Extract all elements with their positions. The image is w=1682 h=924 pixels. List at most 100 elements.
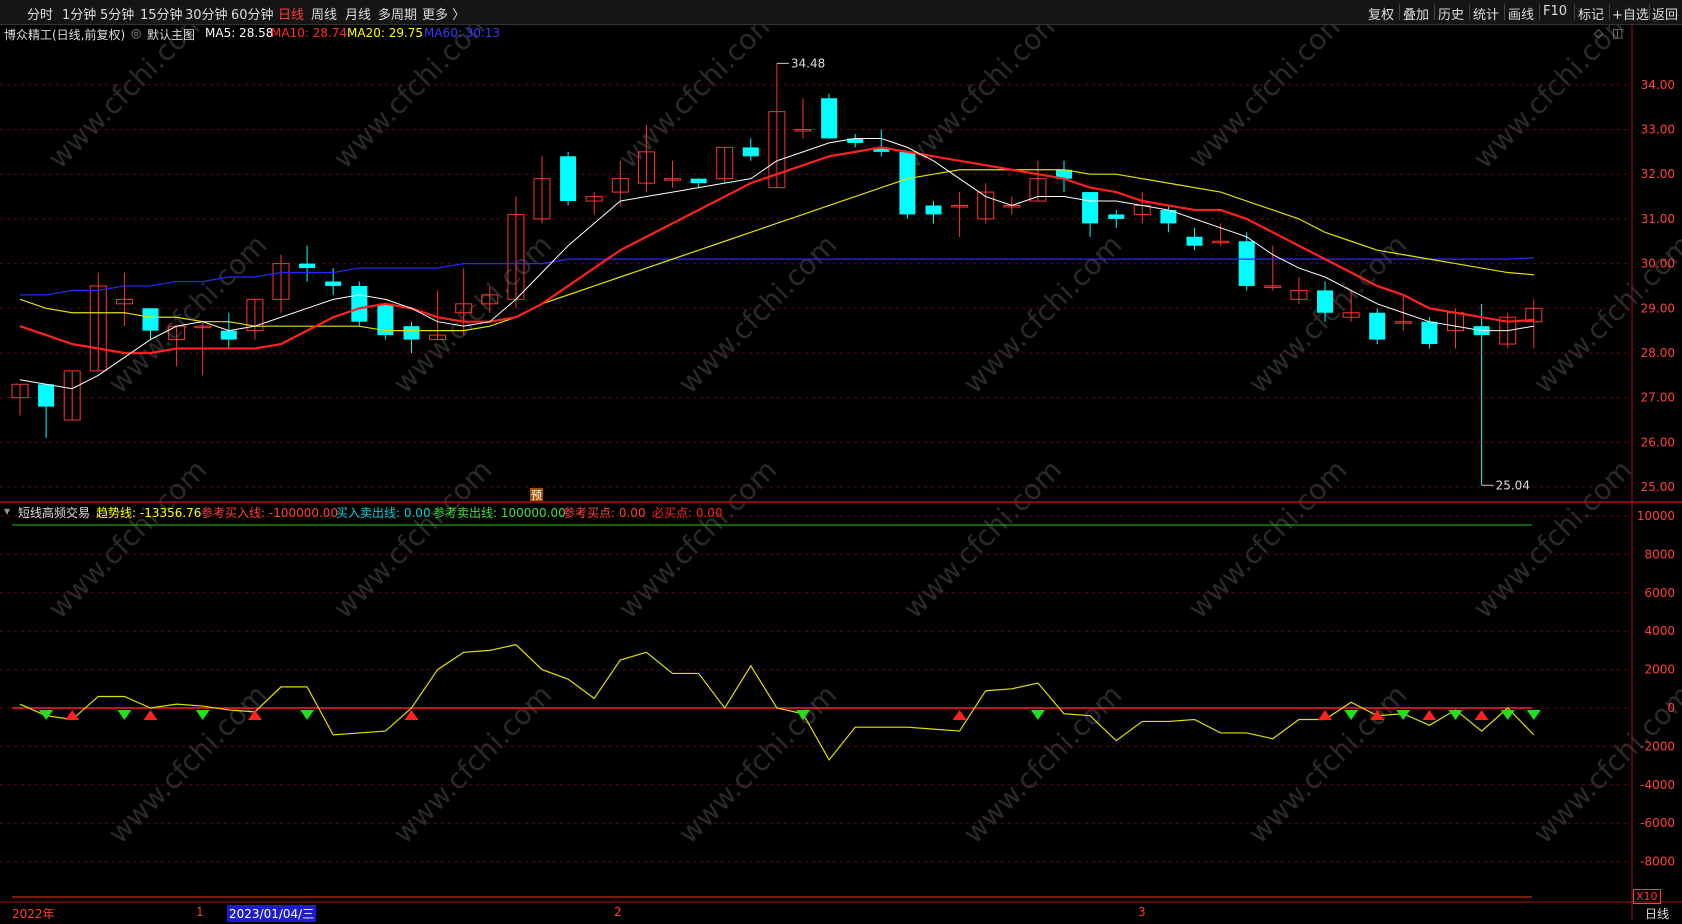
candle-body-down (142, 308, 159, 331)
sell-point-marker (117, 710, 132, 720)
sell-point-marker (39, 710, 54, 720)
buy-point-marker (952, 710, 967, 720)
mark-button[interactable]: 标记 (1578, 4, 1604, 23)
ma10-label: MA10: 28.74 (271, 26, 348, 40)
buy-point-marker (143, 710, 158, 720)
year-label: 2022年 (12, 907, 55, 921)
indicator-name[interactable]: 短线高频交易 (18, 504, 90, 521)
indicator-tick-label: -6000 (1640, 816, 1675, 830)
f10-button[interactable]: F10 (1543, 4, 1567, 19)
watermark-text: www.cfchi.com (1467, 453, 1639, 625)
period-tab[interactable]: 多周期 (378, 4, 417, 23)
watermark-text: www.cfchi.com (42, 453, 214, 625)
candle-body-down (821, 98, 838, 139)
template-name[interactable]: 默认主图 (147, 26, 195, 43)
adjust-button[interactable]: 复权 (1368, 4, 1394, 23)
period-tab[interactable]: 周线 (311, 4, 337, 23)
watermark-text: www.cfchi.com (672, 678, 844, 850)
low-price-label: 25.04 (1496, 478, 1530, 492)
month-label: 2 (614, 905, 622, 919)
price-tick-label: 26.00 (1641, 435, 1675, 449)
stats-button[interactable]: 统计 (1473, 4, 1499, 23)
price-tick-label: 31.00 (1641, 212, 1675, 226)
period-tab[interactable]: 5分钟 (100, 4, 134, 23)
price-axis: 34.00 33.00 32.00 31.00 30.00 29.00 28.00 27.00… (1637, 78, 1675, 869)
price-tick-label: 28.00 (1641, 346, 1675, 360)
period-tab-active[interactable]: 日线 (278, 4, 304, 23)
price-tick-label: 32.00 (1641, 167, 1675, 181)
period-tab[interactable]: 1分钟 (62, 4, 96, 23)
template-icon[interactable]: ◎ (131, 26, 141, 40)
period-tab[interactable]: 分时 (27, 4, 53, 23)
sell-point-marker (1448, 710, 1463, 720)
price-tick-label: 27.00 (1641, 391, 1675, 405)
candle-body-down (220, 330, 237, 340)
back-button[interactable]: 返回 (1652, 4, 1678, 23)
price-tick-label: 33.00 (1641, 123, 1675, 137)
watermark-text: www.cfchi.com (897, 3, 1069, 175)
indicator-tick-label: 6000 (1644, 586, 1675, 600)
candle-body-down (1317, 290, 1333, 313)
candle-body-down (403, 326, 420, 340)
period-tab[interactable]: 月线 (345, 4, 371, 23)
sell-point-marker (300, 710, 315, 720)
candle-body-down (38, 384, 55, 407)
selected-date[interactable]: 2023/01/04/三 (227, 905, 317, 922)
candle-body-down (325, 281, 342, 286)
watermark-text: www.cfchi.com (612, 453, 784, 625)
candle-body-down (690, 178, 707, 184)
price-tick-label: 25.00 (1641, 480, 1675, 494)
candle-body-down (299, 263, 316, 269)
buy-point-marker (1318, 710, 1332, 720)
must-buy-label: 必买点: 0.00 (652, 506, 723, 520)
candle-body-down (1186, 236, 1203, 246)
indicator-panel[interactable] (12, 524, 1541, 898)
window-icon[interactable]: ◫ (1612, 26, 1623, 40)
add-watchlist-button[interactable]: +自选 (1612, 4, 1649, 23)
ma5-label: MA5: 28.58 (205, 26, 274, 40)
month-label: 1 (196, 905, 204, 919)
watermark-text: www.cfchi.com (1182, 453, 1354, 625)
chart-grid (0, 24, 1682, 920)
watermark-text: www.cfchi.com (387, 678, 559, 850)
ma20-label: MA20: 29.75 (347, 26, 424, 40)
price-tick-label: 29.00 (1641, 301, 1675, 315)
high-price-label: 34.48 (791, 56, 825, 70)
stock-title: 博众精工(日线,前复权) (4, 28, 126, 42)
history-button[interactable]: 历史 (1438, 4, 1464, 23)
draw-line-button[interactable]: 画线 (1508, 4, 1534, 23)
diamond-icon[interactable]: ◇ (1594, 26, 1603, 40)
watermark-text: www.cfchi.com (957, 228, 1129, 400)
candle-body-down (351, 285, 368, 322)
sell-point-marker (195, 710, 210, 720)
overlay-button[interactable]: 叠加 (1403, 4, 1429, 23)
indicator-tick-label: -2000 (1640, 739, 1675, 753)
chevron-down-icon[interactable]: ▾ (4, 504, 10, 518)
period-tab[interactable]: 30分钟 (185, 4, 228, 23)
more-menu[interactable]: 更多 〉 (422, 4, 465, 23)
indicator-tick-label: 4000 (1644, 624, 1675, 638)
candle-body-down (1421, 321, 1438, 345)
sell-point-marker (1526, 710, 1541, 720)
zoom-label[interactable]: X10 (1633, 889, 1661, 904)
period-tab[interactable]: 15分钟 (140, 4, 183, 23)
price-tick-label: 34.00 (1641, 78, 1675, 92)
watermark-text: www.cfchi.com (327, 453, 499, 625)
ref-buy-label: 参考买点: 0.00 (563, 506, 646, 520)
candle-body-down (925, 205, 942, 215)
candle-body-down (1238, 241, 1255, 286)
candle-body-down (899, 151, 916, 215)
price-tick-label: 30.00 (1641, 257, 1675, 271)
buy-line-label: 参考买入线: -100000.00 (201, 506, 339, 520)
indicator-tick-label: 10000 (1637, 509, 1675, 523)
month-label: 3 (1138, 905, 1146, 919)
sell-line-label: 参考卖出线: 100000.00 (433, 506, 566, 520)
ma60-label: MA60: 30.13 (424, 26, 501, 40)
buy-point-marker (1474, 710, 1489, 720)
watermark-text: www.cfchi.com (1182, 3, 1354, 175)
stock-chart-area[interactable]: www.cfchi.com www.cfchi.com www.cfchi.com w… (0, 0, 1682, 924)
buy-point-marker (404, 710, 419, 720)
buy-point-marker (1422, 710, 1437, 720)
candle-body-down (1082, 192, 1099, 224)
period-tab[interactable]: 60分钟 (231, 4, 274, 23)
